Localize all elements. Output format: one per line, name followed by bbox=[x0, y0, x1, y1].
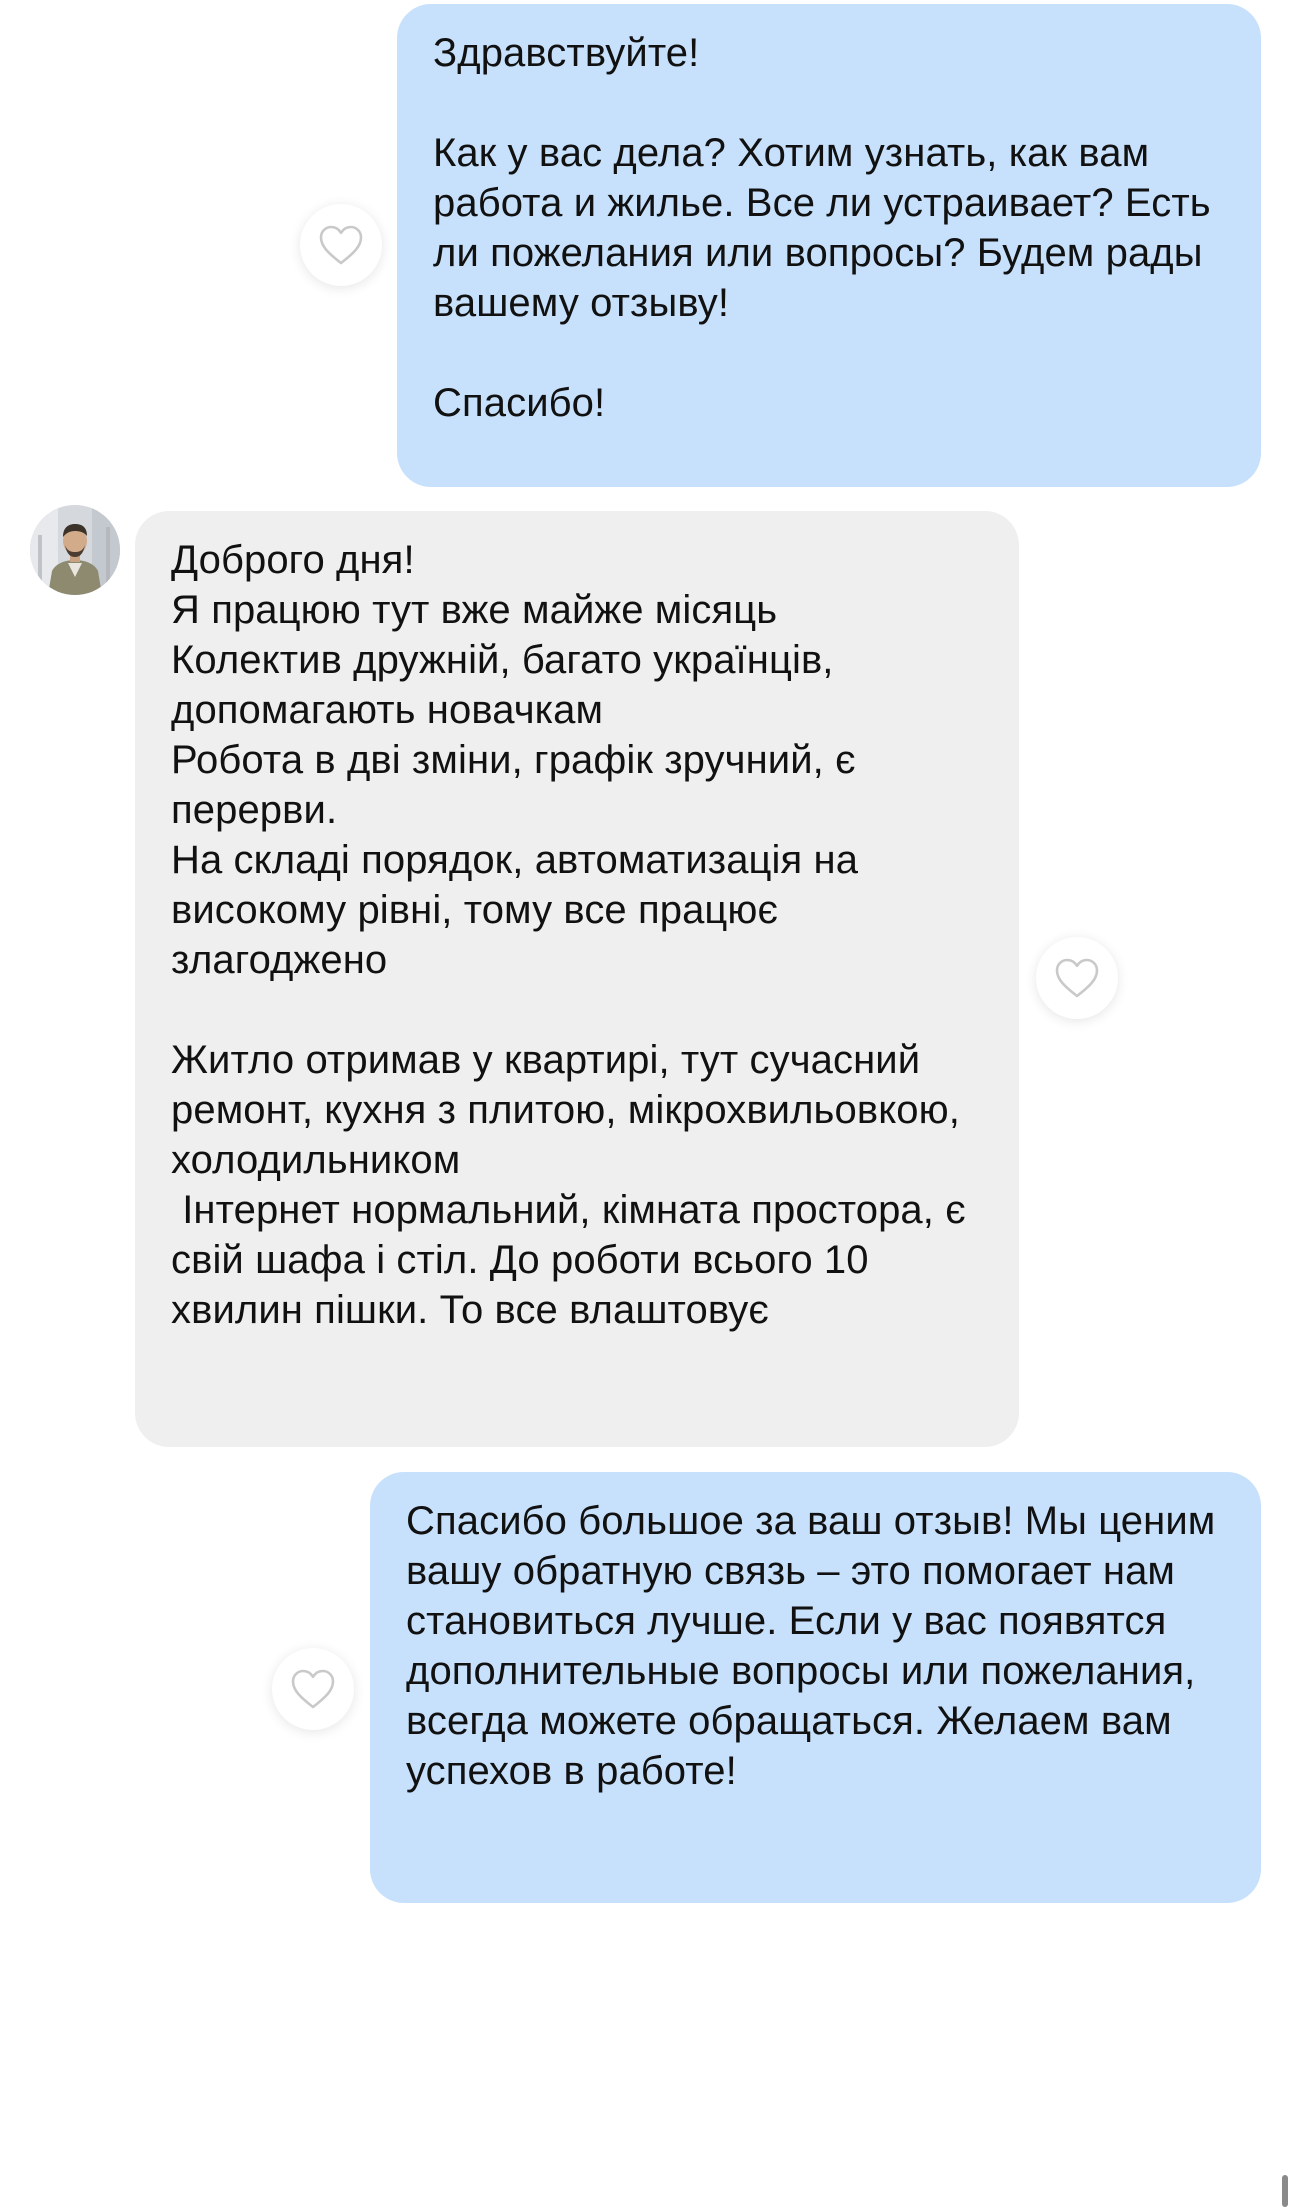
like-button[interactable] bbox=[1036, 937, 1118, 1019]
heart-outline-icon bbox=[291, 1669, 335, 1709]
user-avatar-image bbox=[30, 505, 120, 595]
like-button[interactable] bbox=[300, 204, 382, 286]
chat-thread: Здравствуйте! Как у вас дела? Хотим узна… bbox=[0, 0, 1290, 2207]
like-button[interactable] bbox=[272, 1648, 354, 1730]
incoming-message-bubble[interactable]: Доброго дня! Я працюю тут вже майже міся… bbox=[135, 511, 1019, 1447]
outgoing-message-bubble[interactable]: Спасибо большое за ваш отзыв! Мы ценим в… bbox=[370, 1472, 1261, 1903]
heart-outline-icon bbox=[319, 225, 363, 265]
avatar[interactable] bbox=[30, 505, 120, 595]
scrollbar[interactable] bbox=[1282, 2175, 1288, 2207]
outgoing-message-bubble[interactable]: Здравствуйте! Как у вас дела? Хотим узна… bbox=[397, 4, 1261, 487]
heart-outline-icon bbox=[1055, 958, 1099, 998]
